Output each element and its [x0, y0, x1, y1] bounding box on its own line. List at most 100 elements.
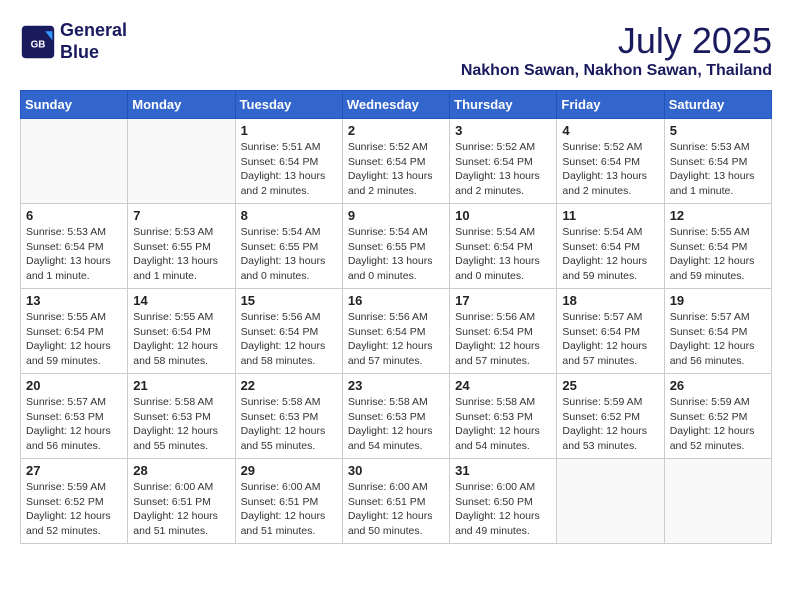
logo: GB General Blue — [20, 20, 127, 63]
day-number: 22 — [241, 378, 337, 393]
calendar-cell: 25Sunrise: 5:59 AM Sunset: 6:52 PM Dayli… — [557, 374, 664, 459]
day-number: 13 — [26, 293, 122, 308]
day-number: 10 — [455, 208, 551, 223]
calendar-cell: 27 Sunrise: 5:59 AM Sunset: 6:52 PM Dayli… — [21, 459, 128, 544]
week-row-4: 20Sunrise: 5:57 AM Sunset: 6:53 PM Dayli… — [21, 374, 772, 459]
day-info: Sunrise: 5:55 AM Sunset: 6:54 PM Dayligh… — [670, 225, 766, 284]
day-info: Sunrise: 5:58 AM Sunset: 6:53 PM Dayligh… — [455, 395, 551, 454]
column-header-thursday: Thursday — [450, 91, 557, 119]
day-number: 27 — [26, 463, 122, 478]
column-header-friday: Friday — [557, 91, 664, 119]
page-header: GB General Blue July 2025 Nakhon Sawan, … — [20, 20, 772, 80]
calendar-cell: 2 Sunrise: 5:52 AM Sunset: 6:54 PM Daylig… — [342, 119, 449, 204]
calendar-cell — [128, 119, 235, 204]
column-header-sunday: Sunday — [21, 91, 128, 119]
calendar-cell: 30Sunrise: 6:00 AM Sunset: 6:51 PM Dayli… — [342, 459, 449, 544]
calendar-cell: 1 Sunrise: 5:51 AM Sunset: 6:54 PM Daylig… — [235, 119, 342, 204]
day-number: 19 — [670, 293, 766, 308]
calendar-cell: 7Sunrise: 5:53 AM Sunset: 6:55 PM Daylig… — [128, 204, 235, 289]
day-info: Sunrise: 5:59 AM Sunset: 6:52 PM Dayligh… — [562, 395, 658, 454]
calendar-cell: 23Sunrise: 5:58 AM Sunset: 6:53 PM Dayli… — [342, 374, 449, 459]
column-header-monday: Monday — [128, 91, 235, 119]
day-info: Sunrise: 5:52 AM Sunset: 6:54 PM Dayligh… — [348, 140, 444, 199]
column-header-wednesday: Wednesday — [342, 91, 449, 119]
day-number: 5 — [670, 123, 766, 138]
day-number: 21 — [133, 378, 229, 393]
calendar-cell: 8Sunrise: 5:54 AM Sunset: 6:55 PM Daylig… — [235, 204, 342, 289]
day-number: 4 — [562, 123, 658, 138]
day-number: 28 — [133, 463, 229, 478]
day-info: Sunrise: 5:53 AM Sunset: 6:54 PM Dayligh… — [670, 140, 766, 199]
day-number: 30 — [348, 463, 444, 478]
calendar-cell: 22 Sunrise: 5:58 AM Sunset: 6:53 PM Dayli… — [235, 374, 342, 459]
day-number: 20 — [26, 378, 122, 393]
calendar-cell: 15 Sunrise: 5:56 AM Sunset: 6:54 PM Dayli… — [235, 289, 342, 374]
day-info: Sunrise: 5:52 AM Sunset: 6:54 PM Dayligh… — [455, 140, 551, 199]
day-info: Sunrise: 5:54 AM Sunset: 6:55 PM Dayligh… — [348, 225, 444, 284]
day-info: Sunrise: 5:55 AM Sunset: 6:54 PM Dayligh… — [26, 310, 122, 369]
day-info: Sunrise: 6:00 AM Sunset: 6:51 PM Dayligh… — [133, 480, 229, 539]
calendar-cell: 11 Sunrise: 5:54 AM Sunset: 6:54 PM Dayli… — [557, 204, 664, 289]
day-info: Sunrise: 5:54 AM Sunset: 6:54 PM Dayligh… — [455, 225, 551, 284]
day-info: Sunrise: 5:52 AM Sunset: 6:54 PM Dayligh… — [562, 140, 658, 199]
location-title: Nakhon Sawan, Nakhon Sawan, Thailand — [461, 62, 772, 80]
calendar-cell: 18 Sunrise: 5:57 AM Sunset: 6:54 PM Dayli… — [557, 289, 664, 374]
calendar-cell: 26 Sunrise: 5:59 AM Sunset: 6:52 PM Dayli… — [664, 374, 771, 459]
day-number: 2 — [348, 123, 444, 138]
day-info: Sunrise: 5:54 AM Sunset: 6:54 PM Dayligh… — [562, 225, 658, 284]
calendar-cell: 31Sunrise: 6:00 AM Sunset: 6:50 PM Dayli… — [450, 459, 557, 544]
day-info: Sunrise: 5:59 AM Sunset: 6:52 PM Dayligh… — [26, 480, 122, 539]
day-number: 6 — [26, 208, 122, 223]
calendar-cell: 6 Sunrise: 5:53 AM Sunset: 6:54 PM Daylig… — [21, 204, 128, 289]
calendar-cell: 10 Sunrise: 5:54 AM Sunset: 6:54 PM Dayli… — [450, 204, 557, 289]
day-number: 3 — [455, 123, 551, 138]
day-info: Sunrise: 5:56 AM Sunset: 6:54 PM Dayligh… — [455, 310, 551, 369]
week-row-2: 6 Sunrise: 5:53 AM Sunset: 6:54 PM Daylig… — [21, 204, 772, 289]
svg-text:GB: GB — [31, 39, 46, 50]
day-number: 9 — [348, 208, 444, 223]
day-info: Sunrise: 5:53 AM Sunset: 6:54 PM Dayligh… — [26, 225, 122, 284]
calendar-cell: 3 Sunrise: 5:52 AM Sunset: 6:54 PM Daylig… — [450, 119, 557, 204]
logo-line2: Blue — [60, 42, 99, 62]
month-title: July 2025 — [461, 20, 772, 62]
day-info: Sunrise: 5:57 AM Sunset: 6:54 PM Dayligh… — [562, 310, 658, 369]
calendar-cell: 20Sunrise: 5:57 AM Sunset: 6:53 PM Dayli… — [21, 374, 128, 459]
calendar-cell: 13 Sunrise: 5:55 AM Sunset: 6:54 PM Dayli… — [21, 289, 128, 374]
day-info: Sunrise: 5:56 AM Sunset: 6:54 PM Dayligh… — [241, 310, 337, 369]
day-number: 24 — [455, 378, 551, 393]
day-number: 31 — [455, 463, 551, 478]
calendar-cell: 9 Sunrise: 5:54 AM Sunset: 6:55 PM Daylig… — [342, 204, 449, 289]
calendar-cell: 4 Sunrise: 5:52 AM Sunset: 6:54 PM Daylig… — [557, 119, 664, 204]
week-row-3: 13 Sunrise: 5:55 AM Sunset: 6:54 PM Dayli… — [21, 289, 772, 374]
day-number: 12 — [670, 208, 766, 223]
title-block: July 2025 Nakhon Sawan, Nakhon Sawan, Th… — [461, 20, 772, 80]
week-row-1: 1 Sunrise: 5:51 AM Sunset: 6:54 PM Daylig… — [21, 119, 772, 204]
logo-icon: GB — [20, 24, 56, 60]
calendar-cell: 28 Sunrise: 6:00 AM Sunset: 6:51 PM Dayli… — [128, 459, 235, 544]
calendar-cell: 17Sunrise: 5:56 AM Sunset: 6:54 PM Dayli… — [450, 289, 557, 374]
calendar-cell: 16Sunrise: 5:56 AM Sunset: 6:54 PM Dayli… — [342, 289, 449, 374]
logo-text: General Blue — [60, 20, 127, 63]
day-info: Sunrise: 5:59 AM Sunset: 6:52 PM Dayligh… — [670, 395, 766, 454]
day-info: Sunrise: 5:55 AM Sunset: 6:54 PM Dayligh… — [133, 310, 229, 369]
calendar-cell — [21, 119, 128, 204]
calendar-cell: 29Sunrise: 6:00 AM Sunset: 6:51 PM Dayli… — [235, 459, 342, 544]
day-number: 11 — [562, 208, 658, 223]
day-number: 15 — [241, 293, 337, 308]
calendar-header-row: SundayMondayTuesdayWednesdayThursdayFrid… — [21, 91, 772, 119]
calendar-cell: 19Sunrise: 5:57 AM Sunset: 6:54 PM Dayli… — [664, 289, 771, 374]
day-info: Sunrise: 5:58 AM Sunset: 6:53 PM Dayligh… — [241, 395, 337, 454]
calendar-cell: 12 Sunrise: 5:55 AM Sunset: 6:54 PM Dayli… — [664, 204, 771, 289]
day-info: Sunrise: 5:53 AM Sunset: 6:55 PM Dayligh… — [133, 225, 229, 284]
day-info: Sunrise: 5:51 AM Sunset: 6:54 PM Dayligh… — [241, 140, 337, 199]
day-number: 1 — [241, 123, 337, 138]
calendar-table: SundayMondayTuesdayWednesdayThursdayFrid… — [20, 90, 772, 544]
day-number: 29 — [241, 463, 337, 478]
column-header-tuesday: Tuesday — [235, 91, 342, 119]
calendar-cell — [664, 459, 771, 544]
day-number: 16 — [348, 293, 444, 308]
day-number: 18 — [562, 293, 658, 308]
day-number: 23 — [348, 378, 444, 393]
day-number: 26 — [670, 378, 766, 393]
logo-line1: General — [60, 20, 127, 40]
